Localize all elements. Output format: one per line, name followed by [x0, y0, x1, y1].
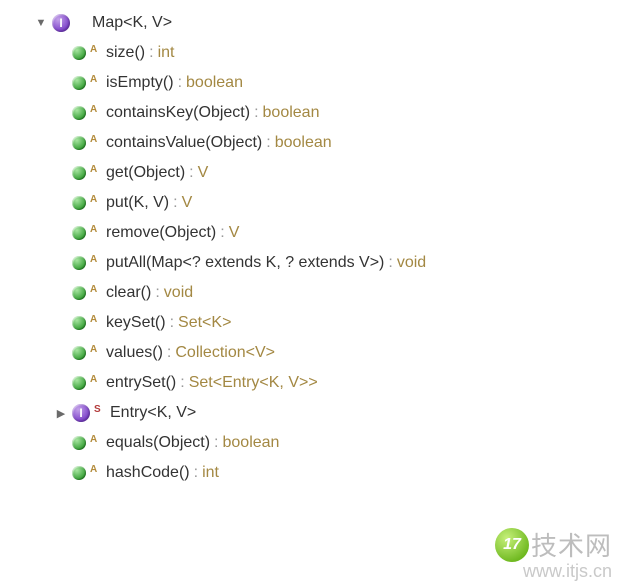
separator: : — [180, 374, 184, 392]
tree-node-method[interactable]: AhashCode():int — [0, 458, 620, 488]
method-icon — [72, 436, 86, 450]
modifier-abstract: A — [90, 344, 100, 355]
watermark: 17 技术网 www.itjs.cn — [495, 526, 612, 582]
method-signature: entrySet() — [106, 374, 176, 392]
method-signature: equals(Object) — [106, 434, 210, 452]
modifier-abstract: A — [90, 224, 100, 235]
tree-node-entry[interactable]: ▶ I S Entry<K, V> — [0, 398, 620, 428]
separator: : — [170, 314, 174, 332]
method-icon — [72, 166, 86, 180]
separator: : — [178, 74, 182, 92]
return-type: Collection<V> — [175, 344, 275, 362]
outline-tree: ▼ I Map<K, V> Asize():intAisEmpty():bool… — [0, 0, 620, 488]
method-signature: size() — [106, 44, 145, 62]
method-icon — [72, 76, 86, 90]
tree-node-method[interactable]: Aclear(): void — [0, 278, 620, 308]
return-type: int — [158, 44, 175, 62]
method-signature: containsValue(Object) — [106, 134, 262, 152]
method-icon — [72, 346, 86, 360]
separator: : — [167, 344, 171, 362]
return-type: boolean — [186, 74, 243, 92]
modifier-abstract: A — [90, 254, 100, 265]
method-icon — [72, 136, 86, 150]
return-type: V — [229, 224, 240, 242]
modifier-abstract: A — [90, 134, 100, 145]
method-signature: isEmpty() — [106, 74, 174, 92]
modifier-abstract: A — [90, 284, 100, 295]
method-signature: putAll(Map<? extends K, ? extends V>) — [106, 254, 384, 272]
method-signature: keySet() — [106, 314, 166, 332]
type-name: Entry<K, V> — [110, 404, 196, 422]
tree-node-method[interactable]: AputAll(Map<? extends K, ? extends V>): v… — [0, 248, 620, 278]
interface-icon: I — [72, 404, 90, 422]
tree-node-method[interactable]: Aget(Object): V — [0, 158, 620, 188]
separator: : — [194, 464, 198, 482]
return-type: Set<K> — [178, 314, 231, 332]
modifier-abstract: A — [90, 74, 100, 85]
return-type: boolean — [223, 434, 280, 452]
return-type: int — [202, 464, 219, 482]
modifier-abstract: A — [90, 164, 100, 175]
method-icon — [72, 316, 86, 330]
modifier-abstract: A — [90, 44, 100, 55]
chevron-down-icon[interactable]: ▼ — [34, 17, 48, 29]
tree-node-method[interactable]: AcontainsKey(Object): boolean — [0, 98, 620, 128]
chevron-right-icon[interactable]: ▶ — [54, 407, 68, 420]
return-type: boolean — [263, 104, 320, 122]
method-signature: containsKey(Object) — [106, 104, 250, 122]
method-icon — [72, 196, 86, 210]
separator: : — [254, 104, 258, 122]
method-icon — [72, 286, 86, 300]
method-icon — [72, 466, 86, 480]
modifier-abstract: A — [90, 104, 100, 115]
return-type: V — [182, 194, 193, 212]
separator: : — [189, 164, 193, 182]
modifier-static: S — [94, 404, 104, 415]
tree-node-method[interactable]: AisEmpty():boolean — [0, 68, 620, 98]
return-type: boolean — [275, 134, 332, 152]
tree-node-method[interactable]: AkeySet():Set<K> — [0, 308, 620, 338]
separator: : — [149, 44, 153, 62]
return-type: void — [164, 284, 193, 302]
watermark-badge: 17 — [495, 528, 529, 562]
tree-node-method[interactable]: Aequals(Object): boolean — [0, 428, 620, 458]
separator: : — [214, 434, 218, 452]
tree-node-method[interactable]: Aput(K, V): V — [0, 188, 620, 218]
modifier-abstract: A — [90, 194, 100, 205]
modifier-abstract: A — [90, 374, 100, 385]
method-signature: values() — [106, 344, 163, 362]
return-type: Set<Entry<K, V>> — [189, 374, 318, 392]
modifier-abstract: A — [90, 434, 100, 445]
separator: : — [220, 224, 224, 242]
separator: : — [155, 284, 159, 302]
separator: : — [388, 254, 392, 272]
method-signature: hashCode() — [106, 464, 190, 482]
method-icon — [72, 376, 86, 390]
watermark-url: www.itjs.cn — [495, 561, 612, 582]
tree-node-method[interactable]: Aremove(Object): V — [0, 218, 620, 248]
return-type: void — [397, 254, 426, 272]
return-type: V — [198, 164, 209, 182]
tree-node-method[interactable]: AentrySet(): Set<Entry<K, V>> — [0, 368, 620, 398]
method-icon — [72, 46, 86, 60]
method-signature: remove(Object) — [106, 224, 216, 242]
modifier-abstract: A — [90, 314, 100, 325]
type-name: Map<K, V> — [92, 14, 172, 32]
separator: : — [173, 194, 177, 212]
method-signature: get(Object) — [106, 164, 185, 182]
method-icon — [72, 256, 86, 270]
tree-node-method[interactable]: Asize(): int — [0, 38, 620, 68]
watermark-text: 技术网 — [531, 526, 612, 563]
modifier-abstract: A — [90, 464, 100, 475]
interface-icon: I — [52, 14, 70, 32]
separator: : — [266, 134, 270, 152]
tree-node-method[interactable]: Avalues():Collection<V> — [0, 338, 620, 368]
method-icon — [72, 226, 86, 240]
tree-node-map[interactable]: ▼ I Map<K, V> — [0, 8, 620, 38]
method-signature: clear() — [106, 284, 151, 302]
method-signature: put(K, V) — [106, 194, 169, 212]
method-icon — [72, 106, 86, 120]
tree-node-method[interactable]: AcontainsValue(Object): boolean — [0, 128, 620, 158]
